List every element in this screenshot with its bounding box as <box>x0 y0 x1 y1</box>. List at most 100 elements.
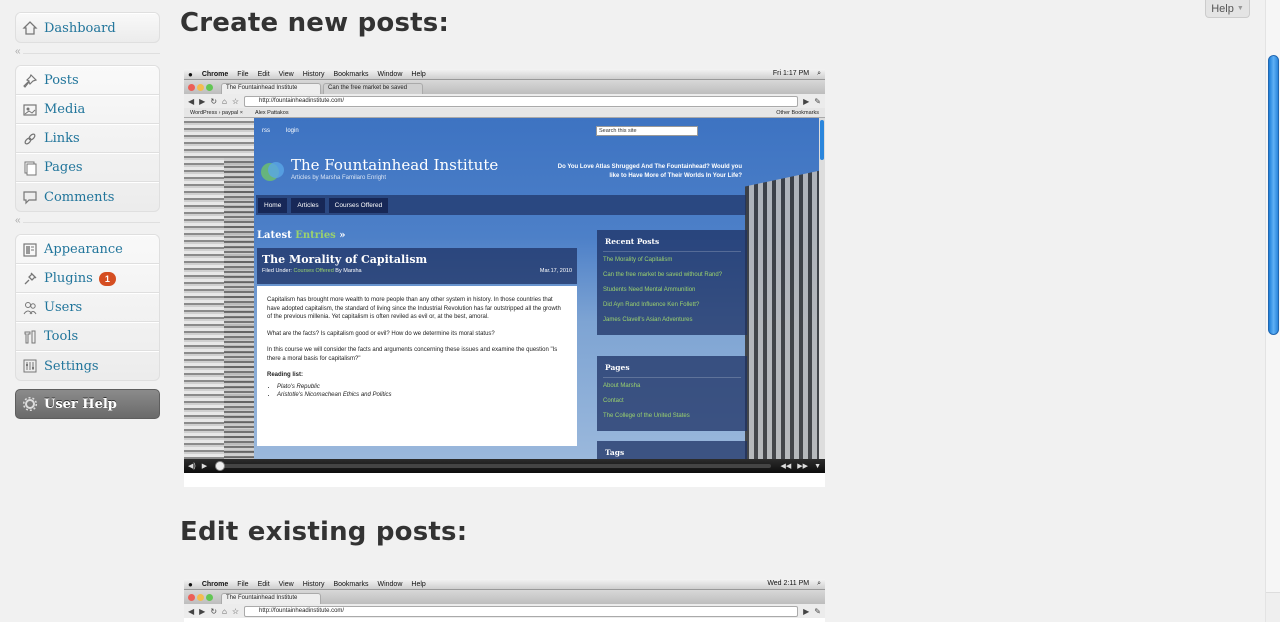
menubar-app: Chrome <box>201 70 229 78</box>
menubar-item: History <box>302 580 325 588</box>
reading-list: Plato's Republic Aristotle's Nicomachean… <box>267 383 567 400</box>
latest-entries-heading: Latest Entries » <box>257 230 346 241</box>
sidebar-item-appearance[interactable]: Appearance <box>16 235 159 264</box>
browser-toolbar: ◀ ▶ ↻ ⌂ ☆ http://fountainheadinstitute.c… <box>184 94 825 108</box>
widget-title: Pages <box>603 360 741 378</box>
sidebar-item-label: User Help <box>44 396 117 412</box>
menu-group-content: Posts Media Links Pages Comments <box>15 65 160 212</box>
widget-tags: Tags <box>597 441 747 459</box>
sidebar-item-users[interactable]: Users <box>16 293 159 322</box>
menubar-clock: Wed 2:11 PM <box>767 580 810 587</box>
sidebar-item-settings[interactable]: Settings <box>16 351 159 380</box>
page-scrollbar[interactable] <box>1265 0 1280 622</box>
menubar-app: Chrome <box>201 580 229 588</box>
site-tagline: Do You Love Atlas Shrugged And The Fount… <box>557 164 742 179</box>
tutorial-screenshot-edit-post: ● Chrome File Edit View History Bookmark… <box>184 579 825 622</box>
sidebar-item-plugins[interactable]: Plugins 1 <box>16 264 159 293</box>
list-item: Aristotle's Nicomachean Ethics and Polit… <box>277 391 567 400</box>
sidebar-item-user-help[interactable]: User Help <box>15 389 160 419</box>
menubar-item: Bookmarks <box>333 580 369 588</box>
bookmark-item: Alex Pattakos <box>254 109 289 116</box>
gear-icon <box>22 396 38 412</box>
chevron-down-icon[interactable]: ▼ <box>814 463 821 470</box>
site-subtitle: Articles by Marsha Familaro Enright <box>291 175 387 181</box>
pages-icon <box>22 160 38 176</box>
reading-list-label: Reading list: <box>267 372 304 378</box>
post-paragraph: In this course we will consider the fact… <box>267 347 558 362</box>
appearance-icon <box>22 242 38 258</box>
widget-pages: Pages About Marsha Contact The College o… <box>597 356 747 431</box>
window-controls <box>188 594 213 601</box>
sidebar-item-label: Plugins <box>44 271 93 286</box>
browser-tab: The Fountainhead Institute <box>221 83 321 94</box>
address-bar: http://fountainheadinstitute.com/ <box>244 605 799 617</box>
admin-sidebar: Dashboard « Posts Media Links Pages Comm… <box>15 12 160 419</box>
sidebar-item-dashboard[interactable]: Dashboard <box>16 13 159 42</box>
widget-link: The College of the United States <box>603 413 690 419</box>
chevron-down-icon: ▼ <box>1236 5 1244 12</box>
rewind-icon[interactable]: ◀◀ <box>781 462 792 470</box>
help-tab-button[interactable]: Help ▼ <box>1205 0 1250 18</box>
scrollbar-thumb[interactable] <box>1268 55 1279 335</box>
sidebar-item-label: Dashboard <box>44 20 116 36</box>
nav-item: Articles <box>291 197 325 213</box>
help-tab-label: Help <box>1211 2 1234 15</box>
home-icon: ⌂ <box>222 96 227 106</box>
list-item: Plato's Republic <box>277 383 567 392</box>
widget-link: Can the free market be saved without Ran… <box>603 272 723 278</box>
latest-prefix: Latest <box>257 230 292 241</box>
sidebar-item-tools[interactable]: Tools <box>16 322 159 351</box>
users-icon <box>22 300 38 316</box>
menubar-item: Help <box>411 70 426 78</box>
browser-tab: The Fountainhead Institute <box>221 593 321 604</box>
sidebar-item-posts[interactable]: Posts <box>16 66 159 95</box>
mac-menubar: ● Chrome File Edit View History Bookmark… <box>184 579 825 590</box>
plugin-icon <box>22 271 38 287</box>
sidebar-item-pages[interactable]: Pages <box>16 153 159 182</box>
post-meta: Filed Under: Courses Offered By Marsha <box>262 268 362 274</box>
menubar-item: View <box>278 580 294 588</box>
star-icon: ☆ <box>231 606 240 616</box>
browser-tabbar: The Fountainhead Institute <box>184 590 825 604</box>
wrench-icon: ✎ <box>814 96 821 106</box>
sidebar-item-label: Links <box>44 131 80 146</box>
menubar-clock: Fri 1:17 PM <box>772 70 810 77</box>
back-icon: ◀ <box>188 606 195 616</box>
sidebar-item-label: Posts <box>44 73 79 88</box>
reload-icon: ↻ <box>210 606 218 616</box>
video-player-controls[interactable]: ◀) ▶ ◀◀ ▶▶ ▼ <box>184 459 825 473</box>
menu-separator: « <box>15 43 160 65</box>
sidebar-item-links[interactable]: Links <box>16 124 159 153</box>
sidebar-item-media[interactable]: Media <box>16 95 159 124</box>
widget-link: James Clavell's Asian Adventures <box>603 317 693 323</box>
sidebar-item-label: Appearance <box>44 242 123 257</box>
section-heading-create: Create new posts: <box>180 8 450 38</box>
bookmark-item: WordPress › paypal × <box>190 109 243 116</box>
menubar-item: Help <box>411 580 426 588</box>
spotlight-icon: ⌕ <box>817 70 821 77</box>
volume-icon[interactable]: ◀) <box>188 462 196 470</box>
window-controls <box>188 84 213 91</box>
widget-title: Tags <box>603 445 741 459</box>
browser-tab: Can the free market be saved <box>323 83 423 94</box>
scroll-down-button[interactable] <box>1266 592 1280 622</box>
dashboard-icon <box>22 20 38 36</box>
menubar-item: File <box>237 580 249 588</box>
wrench-icon: ✎ <box>814 606 821 616</box>
rss-link: rss <box>262 128 270 134</box>
link-icon <box>22 131 38 147</box>
collapse-arrow-icon[interactable]: « <box>15 215 23 226</box>
video-scrubber[interactable] <box>215 461 771 471</box>
play-icon[interactable]: ▶ <box>202 462 207 470</box>
site-search: Search this site <box>596 126 698 136</box>
fast-forward-icon[interactable]: ▶▶ <box>797 462 808 470</box>
menubar-item: History <box>302 70 325 78</box>
sidebar-item-label: Comments <box>44 189 115 205</box>
menubar-item: View <box>278 70 294 78</box>
menubar-item: Bookmarks <box>333 70 369 78</box>
sidebar-item-comments[interactable]: Comments <box>16 182 159 211</box>
post-paragraph: Capitalism has brought more wealth to mo… <box>267 297 561 320</box>
post-body: Capitalism has brought more wealth to mo… <box>257 286 577 446</box>
plugin-update-badge: 1 <box>98 271 116 286</box>
collapse-arrow-icon[interactable]: « <box>15 46 23 57</box>
